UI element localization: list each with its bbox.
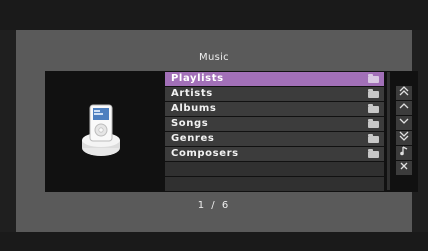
double-up-icon[interactable] (396, 86, 412, 100)
folder-icon (368, 149, 379, 158)
list-item[interactable]: Artists (165, 87, 384, 101)
down-icon[interactable] (396, 116, 412, 130)
music-note-icon[interactable] (396, 146, 412, 160)
list-item-label: Genres (171, 133, 215, 144)
list-item-label: Songs (171, 118, 209, 129)
list-item[interactable]: Composers (165, 147, 384, 161)
list-item-label: Artists (171, 88, 213, 99)
list-item[interactable]: Songs (165, 117, 384, 131)
list-item-label: Composers (171, 148, 239, 159)
bottom-bar (0, 232, 428, 251)
close-icon[interactable] (396, 161, 412, 175)
ipod-dock-icon (80, 100, 122, 160)
top-bar (0, 0, 428, 30)
up-icon[interactable] (396, 101, 412, 115)
list-item-label: Playlists (171, 73, 224, 84)
folder-icon (368, 104, 379, 113)
empty-row (165, 162, 384, 176)
folder-icon (368, 89, 379, 98)
folder-icon (368, 119, 379, 128)
scroll-track (387, 72, 390, 190)
folder-icon (368, 74, 379, 83)
list-item[interactable]: Genres (165, 132, 384, 146)
page-title: Music (199, 52, 229, 63)
list-item[interactable]: Playlists (165, 72, 384, 86)
list-item-label: Albums (171, 103, 217, 114)
list-item[interactable]: Albums (165, 102, 384, 116)
control-column (396, 86, 412, 176)
folder-icon (368, 134, 379, 143)
empty-row (165, 177, 384, 191)
page-indicator: 1 / 6 (197, 200, 231, 211)
double-down-icon[interactable] (396, 131, 412, 145)
menu-list: Playlists Artists Albums Songs Genres Co… (165, 72, 384, 192)
